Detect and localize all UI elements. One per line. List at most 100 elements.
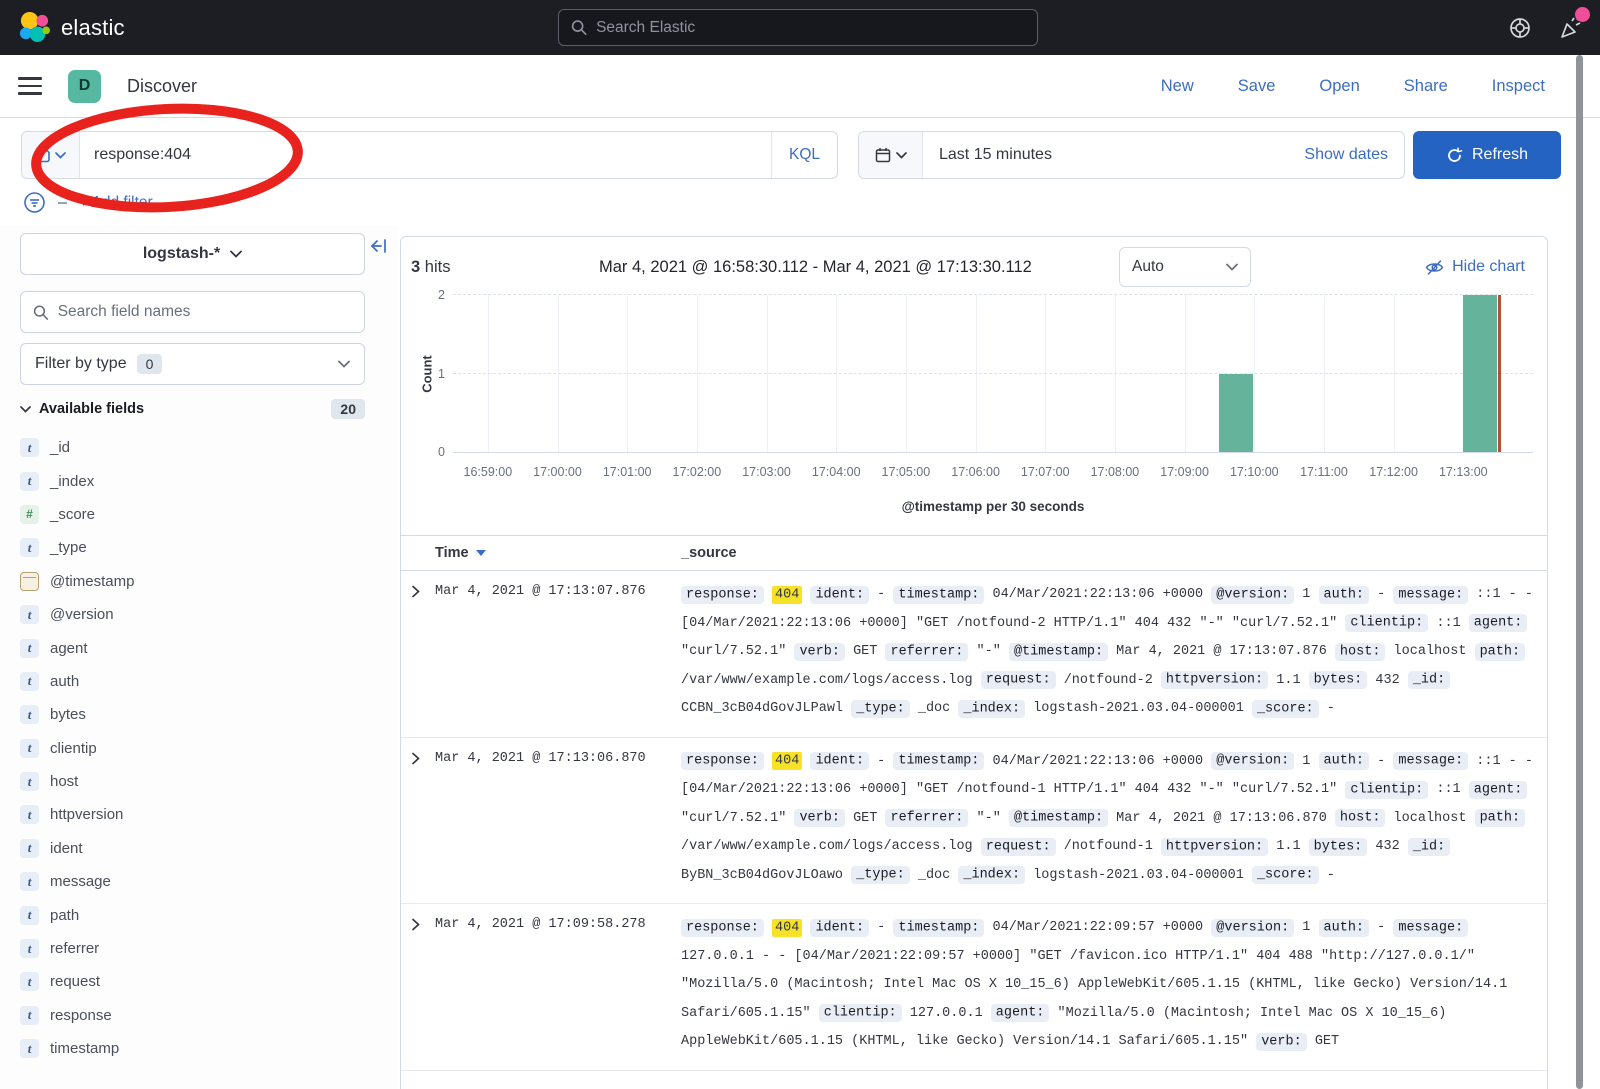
x-tick-label: 17:06:00: [951, 465, 1000, 479]
source-field-value: 432: [1375, 839, 1399, 854]
field-name: referrer: [50, 940, 99, 957]
field-search-input[interactable]: [58, 303, 352, 321]
gridline-horizontal: [453, 373, 1533, 374]
field-item-path[interactable]: tpath: [20, 898, 398, 931]
add-filter-button[interactable]: + Add filter: [79, 194, 153, 212]
interval-select[interactable]: Auto: [1119, 247, 1251, 287]
filter-by-type-select[interactable]: Filter by type 0: [20, 343, 365, 385]
refresh-icon: [1446, 147, 1463, 164]
source-field-value: 04/Mar/2021:22:13:06 +0000: [993, 587, 1204, 602]
hide-chart-button[interactable]: Hide chart: [1425, 258, 1525, 277]
saved-query-button[interactable]: [22, 132, 80, 178]
global-header: elastic: [0, 0, 1600, 55]
source-field-key: @version:: [1211, 586, 1294, 604]
field-item-httpversion[interactable]: thttpversion: [20, 798, 398, 831]
elastic-logo[interactable]: elastic: [18, 11, 125, 44]
field-item-message[interactable]: tmessage: [20, 865, 398, 898]
string-field-icon: t: [20, 1006, 39, 1025]
new-button[interactable]: New: [1161, 77, 1194, 96]
source-field-key: agent:: [1469, 614, 1528, 632]
field-name: timestamp: [50, 1040, 119, 1057]
sidebar: logstash-* Filter by type 0 Available fi…: [0, 225, 398, 1089]
field-item-agent[interactable]: tagent: [20, 631, 398, 664]
source-field-key: ident:: [810, 586, 869, 604]
open-button[interactable]: Open: [1319, 77, 1359, 96]
time-range-button[interactable]: Last 15 minutes: [923, 132, 1288, 178]
source-field-value: CCBN_3cB04dGovJLPawl: [681, 701, 843, 716]
source-field-value: GET: [853, 644, 877, 659]
sort-desc-icon: [476, 550, 486, 556]
global-search-input[interactable]: [596, 19, 1025, 37]
field-item-request[interactable]: trequest: [20, 965, 398, 998]
field-item-bytes[interactable]: tbytes: [20, 698, 398, 731]
source-field-value: /var/www/example.com/logs/access.log: [681, 673, 973, 688]
highlighted-value: 404: [772, 919, 802, 937]
query-language-button[interactable]: KQL: [771, 132, 837, 178]
source-field-key: clientip:: [1345, 614, 1428, 632]
source-field-key: @timestamp:: [1009, 643, 1108, 661]
hide-chart-label: Hide chart: [1452, 258, 1525, 276]
source-field-key: _index:: [958, 866, 1025, 884]
field-item-_id[interactable]: t_id: [20, 431, 398, 464]
field-item-clientip[interactable]: tclientip: [20, 732, 398, 765]
scrollbar-thumb[interactable]: [1576, 55, 1583, 1089]
field-item-auth[interactable]: tauth: [20, 665, 398, 698]
source-field-value: logstash-2021.03.04-000001: [1033, 868, 1244, 883]
gridline-vertical: [1394, 295, 1395, 452]
field-name: auth: [50, 673, 79, 690]
field-item-referrer[interactable]: treferrer: [20, 932, 398, 965]
field-item-_score[interactable]: #_score: [20, 498, 398, 531]
index-pattern-select[interactable]: logstash-*: [20, 233, 365, 275]
hamburger-icon[interactable]: [18, 77, 42, 95]
global-search[interactable]: [558, 9, 1038, 46]
x-tick-label: 17:07:00: [1021, 465, 1070, 479]
field-search[interactable]: [20, 291, 365, 333]
x-tick-label: 17:09:00: [1160, 465, 1209, 479]
field-item-timestamp[interactable]: ttimestamp: [20, 1032, 398, 1065]
x-tick-label: 16:59:00: [463, 465, 512, 479]
alerts-icon[interactable]: [1558, 15, 1584, 41]
field-item-response[interactable]: tresponse: [20, 999, 398, 1032]
gridline-vertical: [1254, 295, 1255, 452]
string-field-icon: t: [20, 472, 39, 491]
app-badge[interactable]: D: [68, 70, 101, 103]
expand-row-button[interactable]: [409, 914, 435, 931]
source-field-key: auth:: [1319, 752, 1370, 770]
field-item-_type[interactable]: t_type: [20, 531, 398, 564]
show-dates-button[interactable]: Show dates: [1288, 132, 1404, 178]
hits-number: 3: [411, 258, 420, 276]
expand-row-button[interactable]: [409, 748, 435, 765]
y-tick-label: 2: [421, 288, 445, 302]
refresh-button[interactable]: Refresh: [1413, 131, 1561, 179]
share-button[interactable]: Share: [1404, 77, 1448, 96]
quick-select-button[interactable]: [859, 132, 923, 178]
filter-circle-icon[interactable]: [23, 191, 46, 214]
histogram-bar[interactable]: [1463, 295, 1497, 452]
field-item-host[interactable]: thost: [20, 765, 398, 798]
field-item-_index[interactable]: t_index: [20, 464, 398, 497]
filter-divider: [58, 202, 67, 204]
collapse-left-icon[interactable]: [369, 237, 389, 255]
field-item-@version[interactable]: t@version: [20, 598, 398, 631]
histogram-bar[interactable]: [1219, 374, 1253, 453]
expand-row-button[interactable]: [409, 581, 435, 598]
x-tick-label: 17:12:00: [1369, 465, 1418, 479]
field-name: host: [50, 773, 78, 790]
interval-value: Auto: [1132, 258, 1164, 276]
inspect-button[interactable]: Inspect: [1492, 77, 1545, 96]
save-button[interactable]: Save: [1238, 77, 1276, 96]
x-tick-label: 17:02:00: [673, 465, 722, 479]
string-field-icon: t: [20, 805, 39, 824]
x-tick-label: 17:08:00: [1091, 465, 1140, 479]
field-item-ident[interactable]: tident: [20, 832, 398, 865]
chevron-down-icon: [1226, 263, 1238, 271]
query-input[interactable]: [80, 132, 771, 178]
available-fields-toggle[interactable]: Available fields 20: [20, 399, 365, 419]
source-field-value: localhost: [1394, 644, 1467, 659]
source-field-key: clientip:: [819, 1004, 902, 1022]
gridline-vertical: [836, 295, 837, 452]
time-column-header[interactable]: Time: [435, 545, 681, 561]
source-field-key: _id:: [1408, 671, 1450, 689]
field-item-@timestamp[interactable]: @timestamp: [20, 565, 398, 598]
help-icon[interactable]: [1508, 16, 1532, 40]
